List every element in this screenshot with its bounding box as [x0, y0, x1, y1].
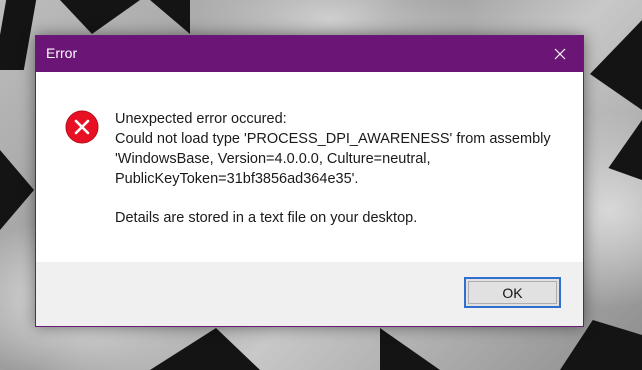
message-line: 'WindowsBase, Version=4.0.0.0, Culture=n… [115, 151, 431, 167]
details-text: Details are stored in a text file on you… [115, 210, 418, 226]
message-line: PublicKeyToken=31bf3856ad364e35'. [115, 171, 359, 187]
close-button[interactable] [537, 36, 583, 72]
dialog-content: Unexpected error occured: Could not load… [36, 72, 583, 262]
ok-button-label: OK [502, 284, 523, 301]
message-line: Could not load type 'PROCESS_DPI_AWARENE… [115, 131, 551, 147]
error-message: Unexpected error occured: Could not load… [115, 109, 565, 228]
ok-button[interactable]: OK [464, 277, 561, 308]
button-bar: OK [36, 262, 583, 326]
error-dialog: Error Unexpected error occured: Could no… [35, 35, 584, 327]
close-icon [554, 48, 566, 60]
title-bar[interactable]: Error [36, 36, 583, 72]
message-line: Unexpected error occured: [115, 111, 287, 127]
window-title: Error [46, 45, 78, 61]
error-icon [65, 110, 99, 144]
